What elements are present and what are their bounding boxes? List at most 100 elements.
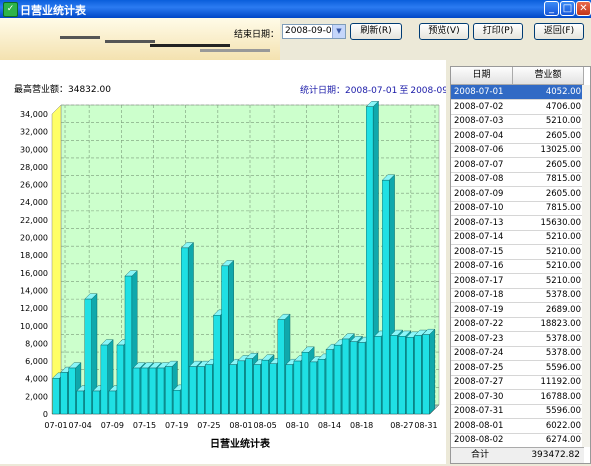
table-row[interactable]: 2008-07-02 4706.00 xyxy=(451,100,584,115)
close-button[interactable]: ✕ xyxy=(576,1,591,16)
cell-amount: 5378.00 xyxy=(545,290,581,300)
bar-front xyxy=(317,359,326,415)
preview-button[interactable]: 预览(V) xyxy=(419,23,469,40)
refresh-button[interactable]: 刷新(R) xyxy=(350,23,402,40)
bar-front xyxy=(398,336,406,415)
max-amount-label: 最高营业额：34832.00 xyxy=(14,83,111,95)
column-header-date[interactable]: 日期 xyxy=(451,67,513,85)
bar-front xyxy=(76,390,84,415)
back-button[interactable]: 返回(F) xyxy=(534,23,584,40)
y-tick-label: 10,000 xyxy=(20,322,48,331)
x-tick-label: 07-25 xyxy=(197,421,220,430)
table-row[interactable]: 2008-07-18 5378.00 xyxy=(451,288,584,303)
table-row[interactable]: 2008-07-10 7815.00 xyxy=(451,201,584,216)
app-icon: ✓ xyxy=(3,2,18,17)
bar-front xyxy=(156,367,165,415)
y-tick-label: 32,000 xyxy=(20,128,48,137)
table-row[interactable]: 2008-07-17 5210.00 xyxy=(451,274,584,289)
cell-date: 2008-07-03 xyxy=(454,116,504,126)
table-row[interactable]: 2008-07-31 5596.00 xyxy=(451,404,584,419)
table-row[interactable]: 2008-07-13 15630.00 xyxy=(451,216,584,231)
cell-date: 2008-07-22 xyxy=(454,319,504,329)
y-tick-label: 14,000 xyxy=(20,286,48,295)
table-row[interactable]: 2008-07-03 5210.00 xyxy=(451,114,584,129)
table-row[interactable]: 2008-07-07 2605.00 xyxy=(451,158,584,173)
cell-date: 2008-07-01 xyxy=(454,87,504,97)
bar-front xyxy=(366,106,374,415)
bar-front xyxy=(293,360,301,415)
table-row[interactable]: 2008-07-22 18823.00 xyxy=(451,317,584,332)
cell-amount: 4052.00 xyxy=(545,87,581,97)
cell-amount: 5210.00 xyxy=(545,261,581,271)
cell-amount: 2605.00 xyxy=(545,159,581,170)
bar-front xyxy=(92,390,100,415)
table-row[interactable]: 2008-08-02 6274.00 xyxy=(451,433,584,448)
table-row[interactable]: 2008-07-19 2689.00 xyxy=(451,303,584,318)
cell-amount: 5210.00 xyxy=(545,275,581,286)
table-row[interactable]: 2008-07-09 2605.00 xyxy=(451,187,584,202)
table-row[interactable]: 2008-07-01 4052.00 xyxy=(451,85,584,100)
bar-front xyxy=(189,366,197,415)
bar-front xyxy=(277,319,285,415)
chart-title: 日营业统计表 xyxy=(210,437,271,450)
bar-front xyxy=(414,335,422,415)
x-tick-label: 07-09 xyxy=(101,421,124,430)
y-tick-label: 24,000 xyxy=(20,198,48,207)
table-row[interactable]: 2008-07-04 2605.00 xyxy=(451,129,584,144)
cell-date: 2008-07-18 xyxy=(454,290,504,300)
table-row[interactable]: 2008-07-16 5210.00 xyxy=(451,259,584,274)
bar-front xyxy=(245,358,253,415)
bar-front xyxy=(60,372,68,415)
cell-amount: 6022.00 xyxy=(545,420,581,431)
bar-front xyxy=(52,378,60,415)
vertical-scrollbar[interactable] xyxy=(582,85,590,447)
y-tick-label: 30,000 xyxy=(20,145,48,154)
cell-date: 2008-07-17 xyxy=(454,275,504,286)
cell-amount: 5210.00 xyxy=(545,116,581,126)
cell-amount: 2605.00 xyxy=(545,130,581,141)
bar-front xyxy=(301,352,309,415)
bar-front xyxy=(221,265,229,415)
table-row[interactable]: 2008-07-08 7815.00 xyxy=(451,172,584,187)
y-tick-label: 22,000 xyxy=(20,216,48,225)
end-date-select[interactable]: 2008-09-01 ▼ xyxy=(282,24,346,39)
table-row[interactable]: 2008-07-23 5378.00 xyxy=(451,332,584,347)
cell-amount: 2689.00 xyxy=(545,304,581,315)
x-axis-labels: 07-01 07-04 07-09 07-15 07-19 07-25 08-01 08-05… xyxy=(44,421,437,430)
cell-date: 2008-07-08 xyxy=(454,174,504,184)
cell-date: 2008-07-02 xyxy=(454,101,504,112)
cell-date: 2008-07-15 xyxy=(454,246,504,257)
chevron-down-icon[interactable]: ▼ xyxy=(332,25,345,38)
column-header-amount[interactable]: 营业额 xyxy=(513,67,584,85)
cell-date: 2008-07-27 xyxy=(454,377,504,387)
table-row[interactable]: 2008-07-06 13025.00 xyxy=(451,143,584,158)
table-row[interactable]: 2008-08-01 6022.00 xyxy=(451,419,584,434)
bar-front xyxy=(285,364,293,415)
bar-front xyxy=(358,342,366,415)
minimize-button[interactable]: _ xyxy=(544,1,559,16)
y-tick-label: 6,000 xyxy=(25,357,48,366)
x-tick-label: 07-19 xyxy=(165,421,188,430)
y-tick-label: 16,000 xyxy=(20,269,48,278)
bar-front xyxy=(116,344,124,415)
bar-front xyxy=(333,344,342,415)
title-bar: ✓ 日营业统计表 _ □ ✕ xyxy=(0,0,591,18)
table-row[interactable]: 2008-07-15 5210.00 xyxy=(451,245,584,260)
data-grid[interactable]: 日期 营业额 2008-07-01 4052.00 2008-07-02 4706.0… xyxy=(450,66,591,464)
table-row[interactable]: 2008-07-24 5378.00 xyxy=(451,346,584,361)
table-row[interactable]: 2008-07-30 16788.00 xyxy=(451,390,584,405)
maximize-button[interactable]: □ xyxy=(560,1,575,16)
bar-front xyxy=(84,298,92,415)
table-row[interactable]: 2008-07-27 11192.00 xyxy=(451,375,584,390)
x-tick-label: 08-10 xyxy=(286,421,309,430)
bar-front xyxy=(269,363,277,415)
stat-date-to-word: 至 xyxy=(399,85,408,96)
bar-front xyxy=(100,344,108,415)
y-axis-labels: 0 2,000 4,000 6,000 8,000 10,000 12,000 14,000 1… xyxy=(20,110,48,419)
print-button[interactable]: 打印(P) xyxy=(473,23,523,40)
table-row[interactable]: 2008-07-25 5596.00 xyxy=(451,361,584,376)
chart-panel: 最高营业额：34832.00 统计日期：2008-07-01至2008-09-0… xyxy=(0,60,446,464)
bar-front xyxy=(108,390,116,415)
table-row[interactable]: 2008-07-14 5210.00 xyxy=(451,230,584,245)
cell-date: 2008-07-06 xyxy=(454,145,504,155)
